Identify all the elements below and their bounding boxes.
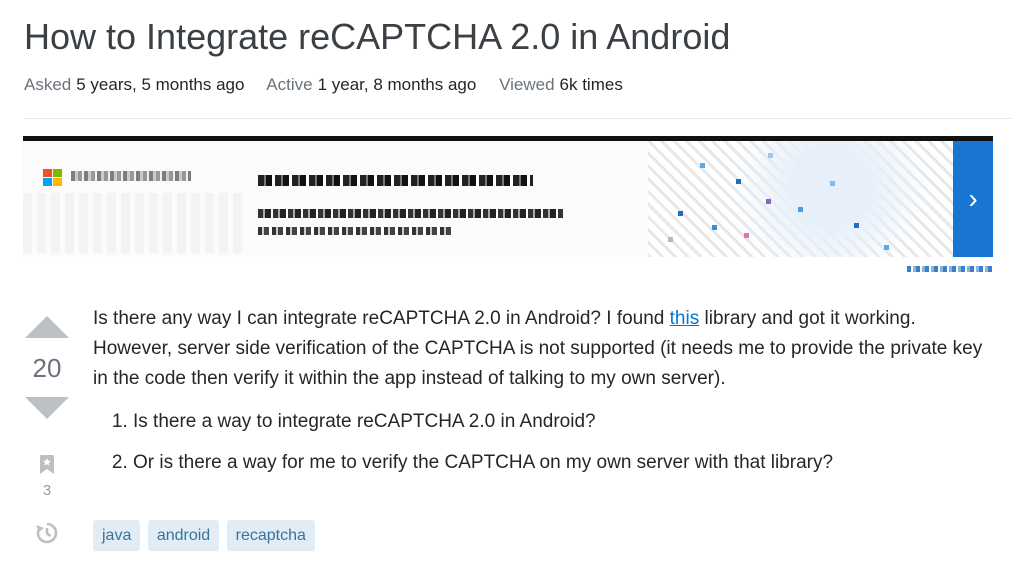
ad-headline bbox=[258, 175, 533, 186]
upvote-button[interactable] bbox=[25, 316, 69, 338]
downvote-button[interactable] bbox=[25, 397, 69, 419]
ad-banner[interactable]: › bbox=[23, 136, 993, 257]
ad-content[interactable] bbox=[23, 141, 953, 257]
list-item: Is there a way to integrate reCAPTCHA 2.… bbox=[133, 409, 993, 435]
history-icon bbox=[36, 522, 58, 544]
ad-next-button[interactable]: › bbox=[953, 141, 993, 257]
vote-count: 20 bbox=[32, 353, 62, 383]
tag-recaptcha[interactable]: recaptcha bbox=[226, 520, 315, 551]
chevron-right-icon: › bbox=[968, 183, 978, 214]
meta-active-label: Active bbox=[266, 75, 313, 94]
timeline-button[interactable] bbox=[35, 521, 59, 545]
ad-image bbox=[648, 141, 953, 257]
bookmark-icon bbox=[40, 455, 54, 474]
question-title[interactable]: How to Integrate reCAPTCHA 2.0 in Androi… bbox=[24, 16, 730, 58]
vote-cell: 20 3 bbox=[24, 316, 70, 545]
question-body: Is there any way I can integrate reCAPTC… bbox=[93, 304, 993, 491]
meta-viewed-label: Viewed bbox=[499, 75, 555, 94]
body-paragraph: Is there any way I can integrate reCAPTC… bbox=[93, 304, 993, 394]
ad-logo-icon bbox=[43, 169, 63, 187]
tag-java[interactable]: java bbox=[93, 520, 141, 551]
ad-background-text bbox=[23, 193, 243, 253]
tag-list: java android recaptcha bbox=[93, 520, 318, 551]
question-list: Is there a way to integrate reCAPTCHA 2.… bbox=[133, 409, 993, 476]
bookmark-button[interactable] bbox=[40, 455, 54, 474]
header-divider bbox=[24, 118, 1012, 119]
list-item: Or is there a way for me to verify the C… bbox=[133, 450, 993, 476]
meta-asked-value[interactable]: 5 years, 5 months ago bbox=[76, 75, 244, 94]
ad-copy-line bbox=[258, 227, 453, 235]
meta-viewed-value: 6k times bbox=[559, 75, 623, 94]
ad-attribution[interactable] bbox=[907, 266, 993, 272]
body-text: Is there any way I can integrate reCAPTC… bbox=[93, 308, 670, 329]
bookmark-count: 3 bbox=[42, 482, 52, 499]
meta-active-value[interactable]: 1 year, 8 months ago bbox=[318, 75, 477, 94]
ad-brand-text bbox=[71, 171, 191, 181]
library-link[interactable]: this bbox=[670, 308, 700, 329]
meta-asked-label: Asked bbox=[24, 75, 72, 94]
tag-android[interactable]: android bbox=[147, 520, 220, 551]
question-meta: Asked 5 years, 5 months ago Active 1 year,… bbox=[24, 75, 641, 95]
ad-copy-line bbox=[258, 209, 563, 218]
